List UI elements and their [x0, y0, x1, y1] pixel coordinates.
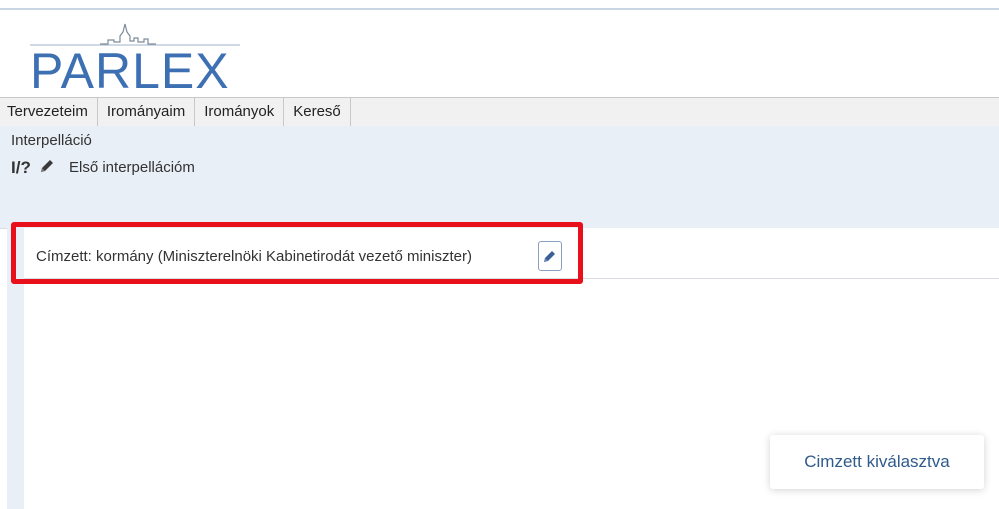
top-border-line — [0, 8, 999, 10]
document-id: I/? — [11, 158, 31, 177]
nav-tervezeteim[interactable]: Tervezeteim — [0, 98, 98, 126]
parlex-logo[interactable]: PARLEX — [30, 14, 250, 96]
nav-iromanyok[interactable]: Irományok — [195, 98, 285, 126]
document-header-panel: Interpelláció I/? Első interpellációm — [0, 126, 999, 229]
highlight-annotation — [11, 222, 583, 284]
main-nav: Tervezeteim Irományaim Irományok Kereső — [0, 97, 999, 127]
document-title: Első interpellációm — [69, 159, 195, 176]
nav-kereso[interactable]: Kereső — [284, 98, 351, 126]
toast-notification: Cimzett kiválasztva — [770, 435, 984, 489]
nav-iromanyaim[interactable]: Irományaim — [98, 98, 196, 126]
pencil-icon[interactable] — [38, 157, 56, 180]
logo-text: PARLEX — [30, 43, 230, 99]
document-type-label: Interpelláció — [11, 132, 92, 149]
